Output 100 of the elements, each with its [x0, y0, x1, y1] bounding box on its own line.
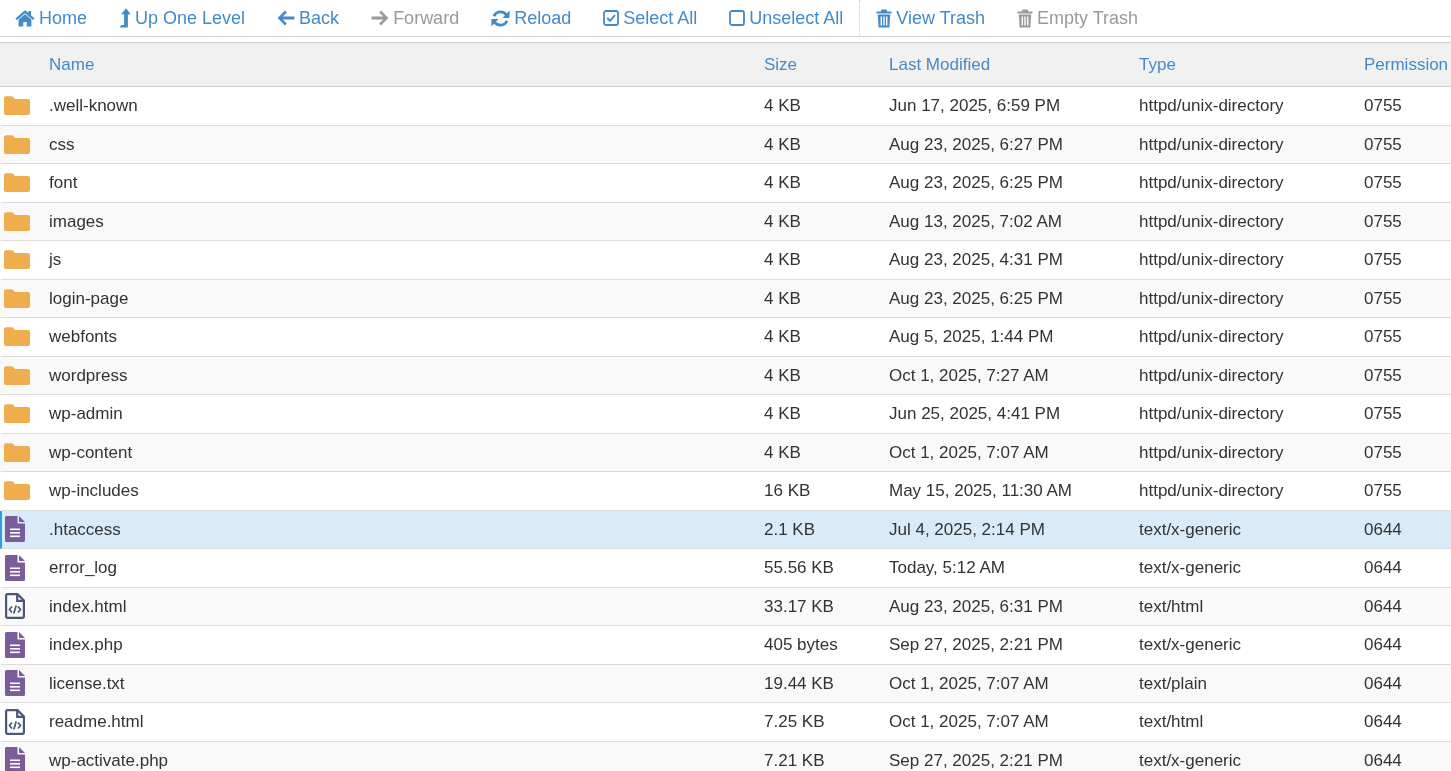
table-cell-text: httpd/unix-directory — [1139, 326, 1284, 348]
table-cell-text: httpd/unix-directory — [1139, 95, 1284, 117]
folder-icon — [4, 288, 30, 308]
document-icon — [5, 631, 25, 658]
file-name: license.txt — [49, 672, 125, 695]
file-name: readme.html — [49, 711, 144, 733]
table-cell-text: 0755 — [1364, 364, 1402, 387]
table-cell-text: text/html — [1139, 711, 1204, 733]
table-row[interactable]: wordpress 4 KB Oct 1, 2025, 7:27 AM httpd/unix-directory 0755 — [0, 356, 1451, 395]
file-name: error_log — [49, 557, 118, 579]
document-icon — [5, 747, 25, 771]
table-cell-text: 4 KB — [764, 95, 801, 117]
table-cell-text: 0644 — [1364, 672, 1402, 695]
table-cell-text: 4 KB — [764, 364, 801, 387]
file-name: wp-admin — [49, 403, 123, 425]
table-cell-text: 2.1 KB — [764, 518, 816, 541]
table-cell-text: 0644 — [1364, 595, 1402, 618]
table-cell-text: 0644 — [1364, 557, 1402, 579]
file-name: wp-includes — [49, 480, 139, 502]
document-icon — [5, 670, 25, 697]
table-cell-text: 7.25 KB — [764, 711, 825, 733]
table-cell-text: 0755 — [1364, 441, 1402, 464]
file-name: css — [49, 133, 75, 156]
table-cell-text: Aug 23, 2025, 6:25 PM — [889, 172, 1063, 194]
table-cell-text: 16 KB — [764, 480, 811, 502]
table-cell-text: Sep 27, 2025, 2:21 PM — [889, 634, 1063, 656]
table-cell-text: httpd/unix-directory — [1139, 210, 1284, 233]
file-name: webfonts — [49, 326, 118, 348]
table-cell-text: 0644 — [1364, 634, 1402, 656]
table-cell-text: Aug 13, 2025, 7:02 AM — [889, 210, 1062, 233]
table-cell-text: 0755 — [1364, 403, 1402, 425]
toolbar-button[interactable]: Home — [0, 0, 103, 36]
table-cell-text: httpd/unix-directory — [1139, 480, 1284, 502]
left-arrow-icon — [277, 10, 296, 26]
table-cell-text: text/x-generic — [1139, 749, 1242, 771]
toolbar-button[interactable]: View Trash — [860, 0, 1001, 36]
table-cell-text: httpd/unix-directory — [1139, 287, 1284, 310]
table-cell-text: 55.56 KB — [764, 557, 834, 579]
toolbar-button[interactable]: Up One Level — [103, 0, 262, 36]
file-name: font — [49, 172, 78, 194]
toolbar-button[interactable]: Unselect All — [713, 0, 860, 36]
table-cell-text: 33.17 KB — [764, 595, 834, 618]
table-cell-text: 4 KB — [764, 326, 801, 348]
table-cell-text: 4 KB — [764, 210, 801, 233]
table-row[interactable]: wp-content 4 KB Oct 1, 2025, 7:07 AM httpd/unix-directory 0755 — [0, 433, 1451, 472]
checkbox-empty-icon — [729, 10, 746, 26]
table-cell-text: Sep 27, 2025, 2:21 PM — [889, 749, 1063, 771]
table-cell-text: httpd/unix-directory — [1139, 249, 1284, 271]
table-cell-text: httpd/unix-directory — [1139, 403, 1284, 425]
table-cell-text: Today, 5:12 AM — [889, 557, 1005, 579]
file-name: index.html — [49, 595, 127, 618]
document-icon — [5, 554, 25, 581]
trash-icon — [1017, 8, 1033, 28]
table-cell-text: 0755 — [1364, 287, 1402, 310]
table-cell-text: httpd/unix-directory — [1139, 441, 1284, 464]
document-icon — [5, 516, 25, 543]
file-name: login-page — [49, 287, 129, 310]
table-cell-text: httpd/unix-directory — [1139, 172, 1284, 194]
table-cell-text: May 15, 2025, 11:30 AM — [889, 480, 1073, 502]
toolbar-button[interactable]: Back — [261, 0, 356, 36]
file-name: .well-known — [49, 95, 138, 117]
file-name: .htaccess — [49, 518, 121, 541]
folder-icon — [4, 481, 30, 501]
refresh-icon — [491, 8, 511, 28]
table-cell-text: 19.44 KB — [764, 672, 834, 695]
code-file-icon — [5, 593, 25, 620]
folder-icon — [4, 96, 30, 116]
table-cell-text: 7.21 KB — [764, 749, 825, 771]
table-row[interactable]: .htaccess 2.1 KB Jul 4, 2025, 2:14 PM text/x-generic 0644 — [0, 510, 1451, 549]
table-cell-text: Oct 1, 2025, 7:07 AM — [889, 672, 1049, 695]
table-cell-text: 4 KB — [764, 403, 801, 425]
file-name: wp-content — [49, 441, 133, 464]
table-cell-text: 4 KB — [764, 249, 801, 271]
table-cell-text: text/plain — [1139, 672, 1208, 695]
folder-icon — [4, 173, 30, 193]
toolbar-button[interactable]: Reload — [475, 0, 588, 36]
toolbar-button[interactable]: Select All — [587, 0, 714, 36]
table-row[interactable]: login-page 4 KB Aug 23, 2025, 6:25 PM httpd/unix-directory 0755 — [0, 279, 1451, 318]
code-file-icon — [5, 708, 25, 735]
checkbox-checked-icon — [603, 10, 620, 26]
table-cell-text: 405 bytes — [764, 634, 838, 656]
table-cell-text: 0755 — [1364, 133, 1402, 156]
folder-icon — [4, 211, 30, 231]
table-row[interactable]: images 4 KB Aug 13, 2025, 7:02 AM httpd/unix-directory 0755 — [0, 202, 1451, 241]
table-row[interactable]: wp-activate.php 7.21 KB Sep 27, 2025, 2:21 PM text/x-generic 0644 — [0, 741, 1451, 771]
table-cell-text: Aug 23, 2025, 6:31 PM — [889, 595, 1063, 618]
file-name: images — [49, 210, 104, 233]
table-cell-text: text/x-generic — [1139, 518, 1242, 541]
table-cell-text: text/x-generic — [1139, 557, 1242, 579]
file-name: index.php — [49, 634, 123, 656]
table-cell-text: Aug 5, 2025, 1:44 PM — [889, 326, 1054, 348]
table-cell-text: 0755 — [1364, 326, 1402, 348]
table-row[interactable]: license.txt 19.44 KB Oct 1, 2025, 7:07 AM text/plain 0644 — [0, 664, 1451, 703]
table-row[interactable]: index.html 33.17 KB Aug 23, 2025, 6:31 PM text/html 0644 — [0, 587, 1451, 626]
right-arrow-icon — [371, 10, 390, 26]
table-row[interactable]: css 4 KB Aug 23, 2025, 6:27 PM httpd/unix-directory 0755 — [0, 125, 1451, 164]
table-cell-text: 4 KB — [764, 172, 801, 194]
table-cell-text: Jun 25, 2025, 4:41 PM — [889, 403, 1061, 425]
table-cell-text: 4 KB — [764, 133, 801, 156]
table-cell-text: Jul 4, 2025, 2:14 PM — [889, 518, 1045, 541]
